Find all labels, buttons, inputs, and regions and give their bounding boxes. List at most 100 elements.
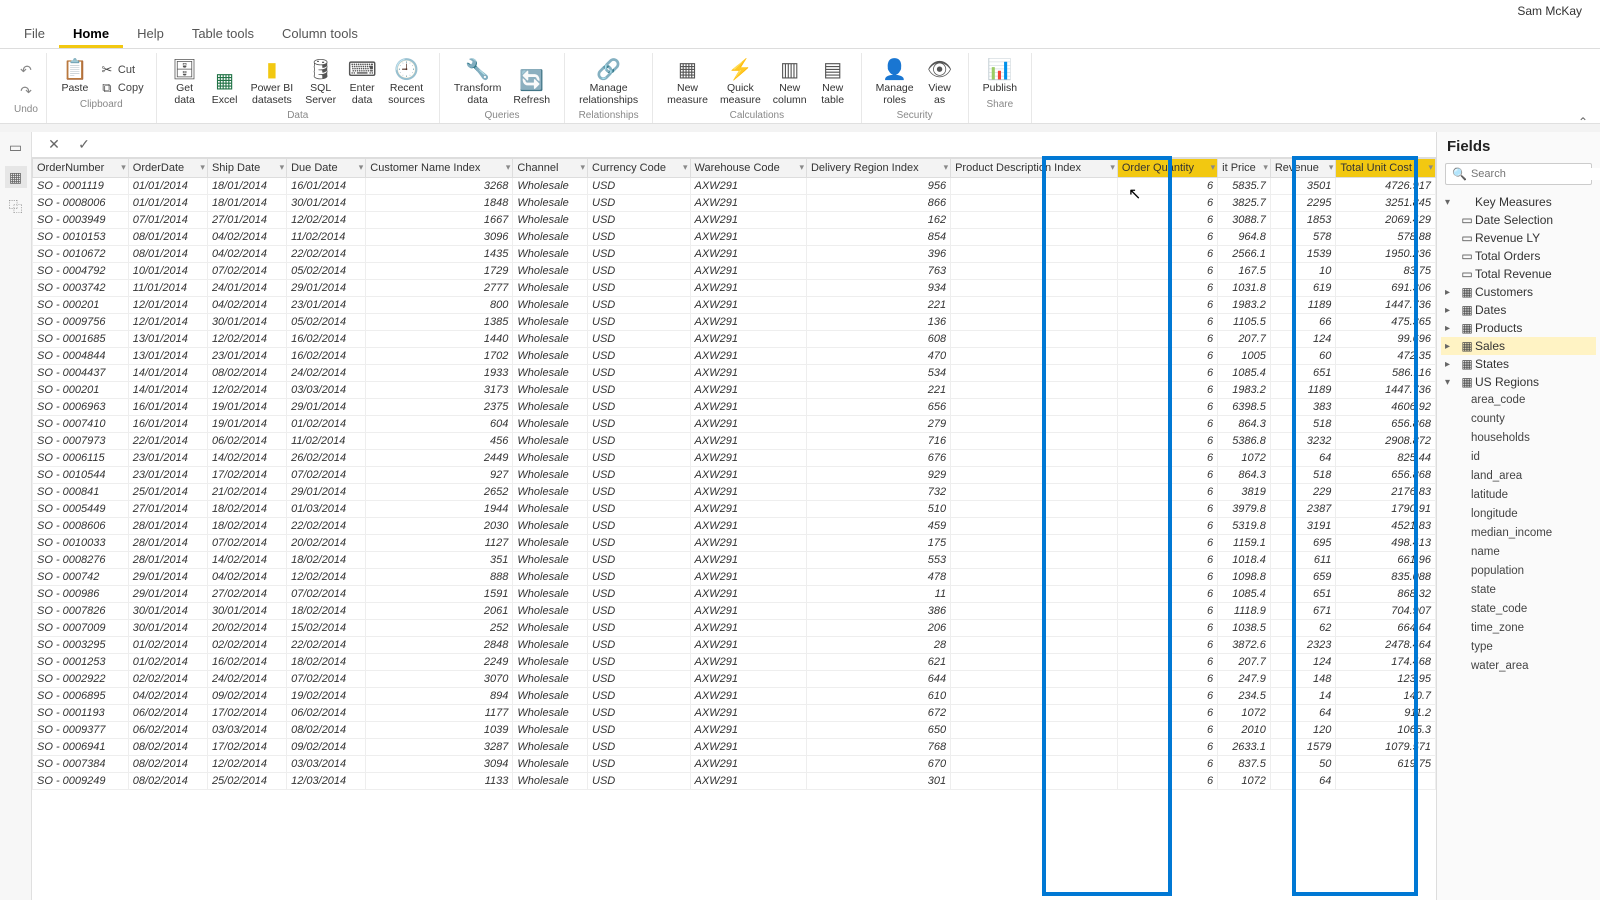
cell[interactable]: 611 <box>1270 552 1336 569</box>
cell[interactable]: 13/01/2014 <box>128 331 207 348</box>
cell[interactable]: 27/01/2014 <box>207 212 286 229</box>
cell[interactable]: SO - 0003295 <box>33 637 129 654</box>
cell[interactable]: SO - 000201 <box>33 382 129 399</box>
cell[interactable]: 6 <box>1117 365 1217 382</box>
cell[interactable]: USD <box>588 382 691 399</box>
cell[interactable]: 08/02/2014 <box>207 365 286 382</box>
cell[interactable]: 5835.7 <box>1218 178 1271 195</box>
cell[interactable]: SO - 0010033 <box>33 535 129 552</box>
measure-item[interactable]: ▭Revenue LY <box>1441 229 1596 247</box>
cell[interactable]: Wholesale <box>513 586 588 603</box>
cell[interactable]: 301 <box>806 773 950 790</box>
cell[interactable] <box>951 212 1118 229</box>
column-filter-icon[interactable]: ▾ <box>580 162 585 173</box>
cell[interactable]: 07/02/2014 <box>207 263 286 280</box>
field-item[interactable]: ▸▦Customers <box>1441 283 1596 301</box>
cell[interactable]: 22/02/2014 <box>287 518 366 535</box>
cell[interactable]: 6 <box>1117 246 1217 263</box>
field-item[interactable]: ▾▦US Regions <box>1441 373 1596 391</box>
cell[interactable]: 02/02/2014 <box>128 671 207 688</box>
cell[interactable]: Wholesale <box>513 654 588 671</box>
column-header[interactable]: Total Unit Cost▾ <box>1336 159 1436 178</box>
cell[interactable]: 29/01/2014 <box>287 399 366 416</box>
cell[interactable]: 01/01/2014 <box>128 178 207 195</box>
cell[interactable]: AXW291 <box>690 450 806 467</box>
cell[interactable]: Wholesale <box>513 569 588 586</box>
cell[interactable]: AXW291 <box>690 212 806 229</box>
cell[interactable] <box>951 297 1118 314</box>
commit-formula-icon[interactable]: ✓ <box>74 136 94 153</box>
cell[interactable]: 6 <box>1117 637 1217 654</box>
measure-item[interactable]: ▭Total Orders <box>1441 247 1596 265</box>
table-row[interactable]: SO - 000741016/01/201419/01/201401/02/20… <box>33 416 1436 433</box>
cell[interactable]: 1072 <box>1218 450 1271 467</box>
refresh-button[interactable]: 🔄Refresh <box>507 65 556 109</box>
cell[interactable]: USD <box>588 688 691 705</box>
cell[interactable]: 64 <box>1270 450 1336 467</box>
cell[interactable]: SO - 0010672 <box>33 246 129 263</box>
cell[interactable]: SO - 0010544 <box>33 467 129 484</box>
cell[interactable]: SO - 0010153 <box>33 229 129 246</box>
column-header[interactable]: Currency Code▾ <box>588 159 691 178</box>
cell[interactable]: 1435 <box>366 246 513 263</box>
cell[interactable]: 14 <box>1270 688 1336 705</box>
cell[interactable]: 10/01/2014 <box>128 263 207 280</box>
cell[interactable]: Wholesale <box>513 280 588 297</box>
cell[interactable]: 1983.2 <box>1218 382 1271 399</box>
cell[interactable]: 1579 <box>1270 739 1336 756</box>
cell[interactable]: 29/01/2014 <box>128 586 207 603</box>
manage-relationships-button[interactable]: 🔗Manage relationships <box>573 53 644 108</box>
cell[interactable]: 14/02/2014 <box>207 450 286 467</box>
cell[interactable]: 6 <box>1117 280 1217 297</box>
cell[interactable]: Wholesale <box>513 501 588 518</box>
pbi-datasets-button[interactable]: ▮Power BI datasets <box>245 53 300 108</box>
cell[interactable]: USD <box>588 331 691 348</box>
cell[interactable]: SO - 0007009 <box>33 620 129 637</box>
cell[interactable]: 27/01/2014 <box>128 501 207 518</box>
field-item[interactable]: ▸▦States <box>1441 355 1596 373</box>
cell[interactable]: 383 <box>1270 399 1336 416</box>
field-column[interactable]: water_area <box>1441 657 1596 676</box>
cell[interactable]: 671 <box>1270 603 1336 620</box>
cell[interactable]: Wholesale <box>513 756 588 773</box>
cell[interactable]: 12/02/2014 <box>207 756 286 773</box>
cell[interactable]: AXW291 <box>690 246 806 263</box>
cell[interactable]: 03/03/2014 <box>287 756 366 773</box>
table-row[interactable]: SO - 000975612/01/201430/01/201405/02/20… <box>33 314 1436 331</box>
report-view-icon[interactable]: ▭ <box>5 136 27 158</box>
cell[interactable]: 6 <box>1117 450 1217 467</box>
cell[interactable]: 07/02/2014 <box>287 586 366 603</box>
cell[interactable]: 12/02/2014 <box>207 382 286 399</box>
cell[interactable] <box>951 552 1118 569</box>
view-as-button[interactable]: 👁View as <box>920 53 960 108</box>
cell[interactable]: 16/02/2014 <box>207 654 286 671</box>
table-row[interactable]: SO - 000544927/01/201418/02/201401/03/20… <box>33 501 1436 518</box>
cell[interactable]: Wholesale <box>513 688 588 705</box>
cell[interactable]: AXW291 <box>690 535 806 552</box>
cell[interactable]: 911.2 <box>1336 705 1436 722</box>
cell[interactable]: 62 <box>1270 620 1336 637</box>
cell[interactable]: 1950.236 <box>1336 246 1436 263</box>
cell[interactable]: 5319.8 <box>1218 518 1271 535</box>
cell[interactable]: 619 <box>1270 280 1336 297</box>
table-row[interactable]: SO - 00020112/01/201404/02/201423/01/201… <box>33 297 1436 314</box>
cell[interactable]: USD <box>588 467 691 484</box>
cell[interactable]: 2652 <box>366 484 513 501</box>
tab-home[interactable]: Home <box>59 22 123 48</box>
cell[interactable]: 6 <box>1117 484 1217 501</box>
cell[interactable]: SO - 000201 <box>33 297 129 314</box>
cell[interactable]: 140.7 <box>1336 688 1436 705</box>
cell[interactable]: Wholesale <box>513 620 588 637</box>
column-filter-icon[interactable]: ▾ <box>1428 162 1433 173</box>
cell[interactable]: SO - 0007973 <box>33 433 129 450</box>
cell[interactable]: 664.64 <box>1336 620 1436 637</box>
cell[interactable]: 1944 <box>366 501 513 518</box>
table-row[interactable]: SO - 000374211/01/201424/01/201429/01/20… <box>33 280 1436 297</box>
cell[interactable]: 6 <box>1117 178 1217 195</box>
cell[interactable]: SO - 0004792 <box>33 263 129 280</box>
cell[interactable]: 05/02/2014 <box>287 263 366 280</box>
cell[interactable]: 1005 <box>1218 348 1271 365</box>
cell[interactable]: 83.75 <box>1336 263 1436 280</box>
cell[interactable]: 3251.845 <box>1336 195 1436 212</box>
cell[interactable]: 695 <box>1270 535 1336 552</box>
